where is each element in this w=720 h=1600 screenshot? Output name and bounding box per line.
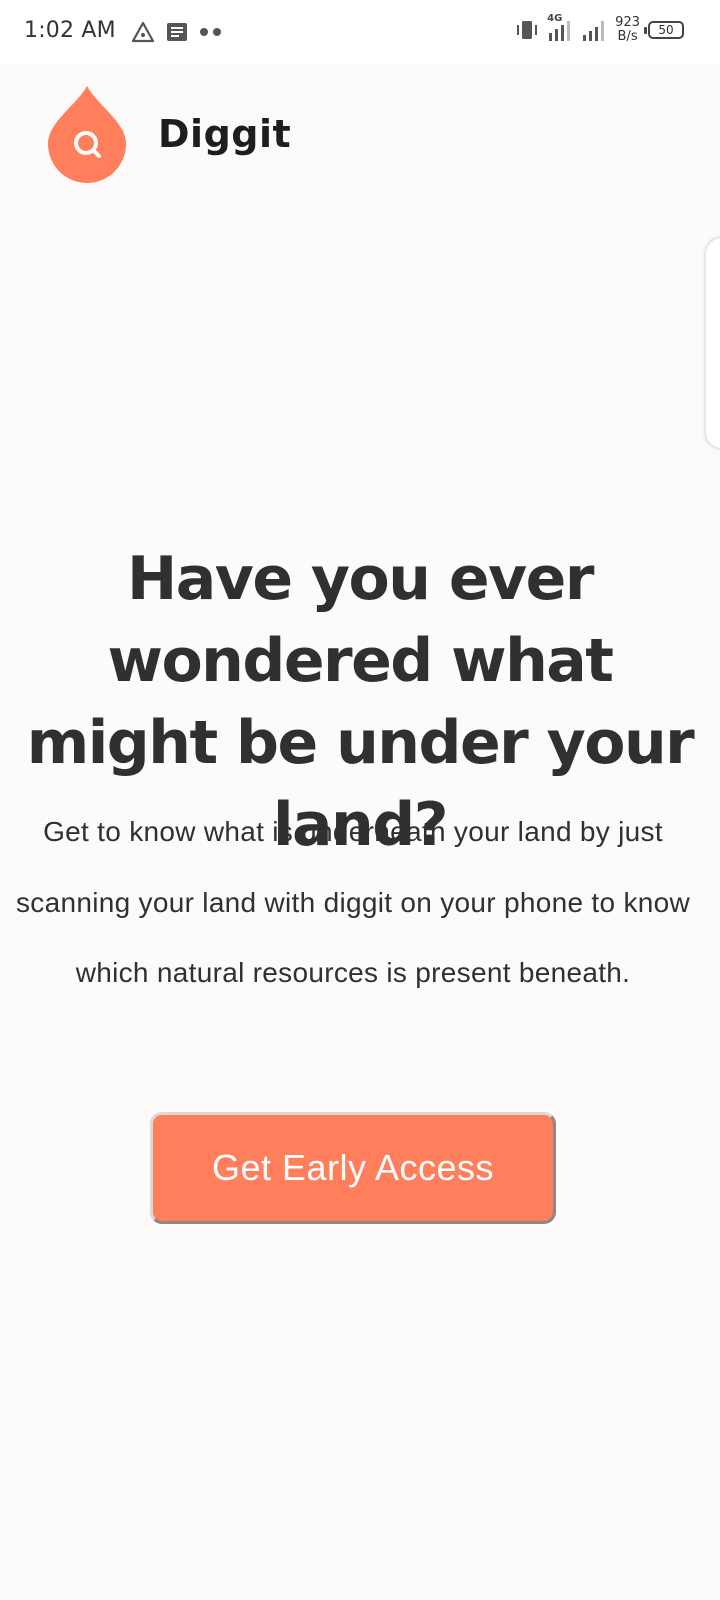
net-speed-unit: B/s: [617, 29, 638, 44]
triangle-alert-icon: [131, 21, 155, 43]
side-drawer-handle[interactable]: [704, 236, 720, 450]
status-notification-icons: [130, 20, 224, 44]
battery-level: 50: [658, 23, 674, 37]
signal-bars-icon-2: [583, 21, 605, 41]
hero-description: Get to know what is underneath your land…: [15, 816, 691, 988]
search-droplet-icon[interactable]: [46, 84, 128, 184]
brand-name[interactable]: Diggit: [158, 112, 291, 156]
net-speed-value: 923: [615, 15, 640, 30]
status-time: 1:02 AM: [24, 18, 116, 43]
signal-bars-icon: [549, 21, 571, 41]
vibrate-icon: [517, 21, 538, 39]
signal-4g: 4G: [547, 13, 573, 43]
message-icon: [167, 23, 187, 41]
get-early-access-button[interactable]: Get Early Access: [150, 1112, 556, 1224]
net-speed: 923 B/s: [615, 16, 640, 44]
battery-icon: 50: [644, 21, 684, 39]
more-dots-icon: [200, 28, 221, 36]
status-system-icons: 4G 923 B/s 50: [515, 13, 684, 44]
status-bar: 1:02 AM 4G 923 B/s 50: [0, 0, 720, 64]
